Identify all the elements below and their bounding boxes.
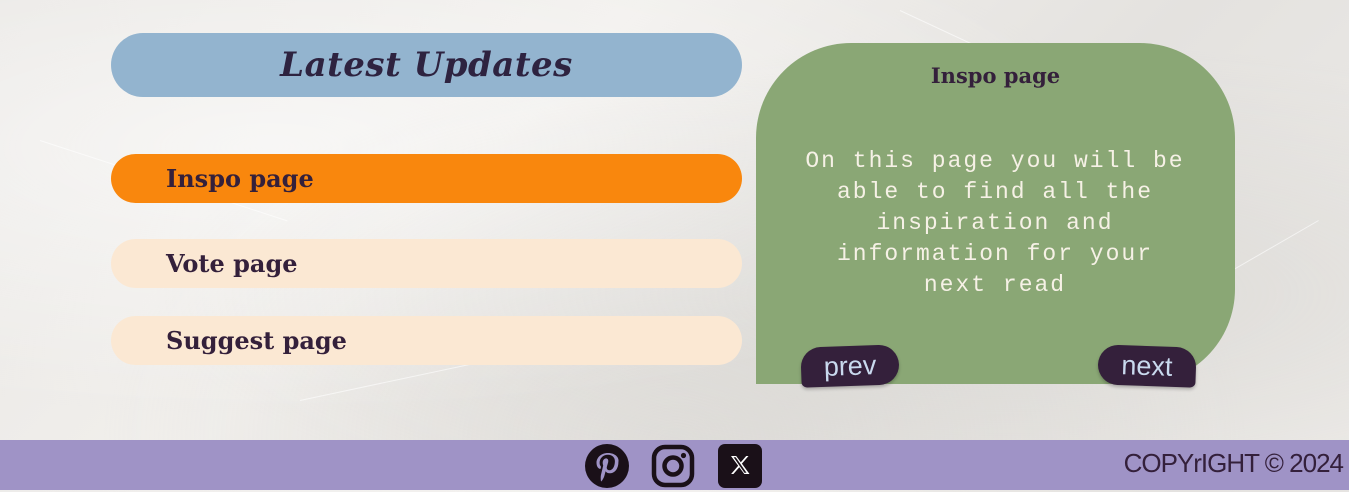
nav-item-vote[interactable]: Vote page bbox=[111, 239, 742, 288]
next-button-label: next bbox=[1120, 349, 1174, 382]
prev-button[interactable]: prev bbox=[800, 344, 900, 388]
nav-item-label: Suggest page bbox=[166, 326, 347, 355]
instagram-icon[interactable] bbox=[651, 444, 695, 488]
latest-updates-title: Latest Updates bbox=[280, 45, 573, 85]
nav-item-suggest[interactable]: Suggest page bbox=[111, 316, 742, 365]
pinterest-icon[interactable] bbox=[585, 444, 629, 488]
nav-item-label: Vote page bbox=[166, 249, 298, 278]
card-description: On this page you will be able to find al… bbox=[805, 148, 1185, 298]
nav-item-label: Inspo page bbox=[166, 164, 314, 193]
copyright-text: COPYrIGHT © 2024 bbox=[1123, 448, 1344, 478]
latest-updates-header: Latest Updates bbox=[111, 33, 742, 97]
prev-button-label: prev bbox=[823, 349, 877, 382]
nav-item-inspo[interactable]: Inspo page bbox=[111, 154, 742, 203]
card-title: Inspo page bbox=[930, 63, 1061, 88]
next-button[interactable]: next bbox=[1097, 344, 1197, 388]
inspo-card: Inspo page On this page you will be able… bbox=[756, 43, 1235, 388]
x-icon[interactable] bbox=[718, 444, 762, 488]
